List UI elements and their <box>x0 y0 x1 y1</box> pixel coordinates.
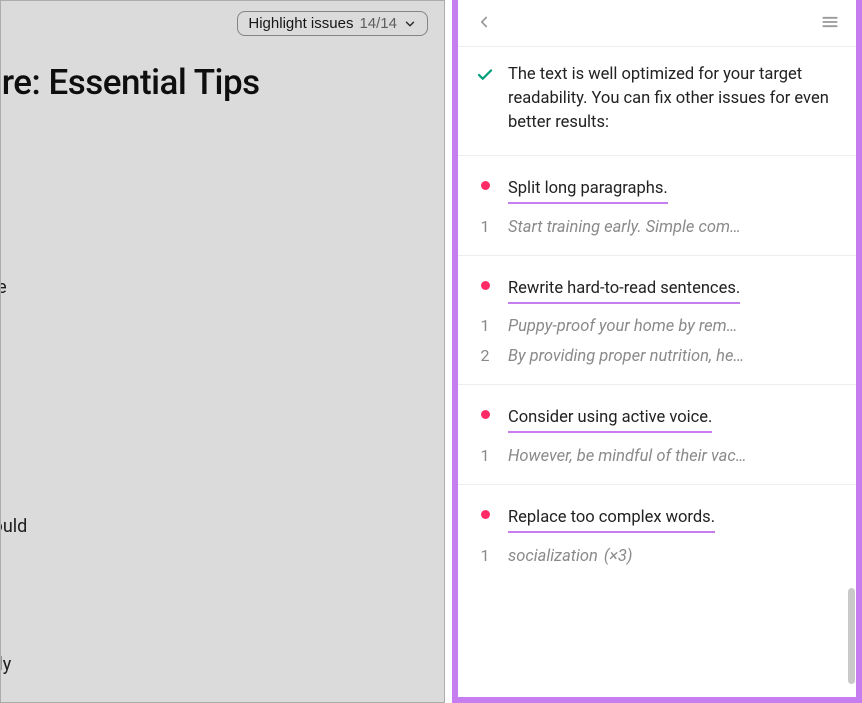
document-line: re your new pet grows up healthy and <box>1 330 430 358</box>
issue-item-text: Start training early. Simple com… <box>508 218 838 237</box>
document-toolbar: Highlight issues 14/14 <box>1 1 444 44</box>
issue-title: Consider using active voice. <box>508 408 712 433</box>
issue-item[interactable]: 1 Puppy-proof your home by rem… <box>476 316 838 336</box>
issue-item-number: 1 <box>476 546 494 565</box>
issue-item[interactable]: 1 socialization(×3) <box>476 546 838 566</box>
issue-block[interactable]: Consider using active voice. 1 However, … <box>458 385 856 485</box>
highlight-label: Highlight issues <box>248 15 353 32</box>
issue-item-text: socialization(×3) <box>508 547 838 566</box>
issue-block[interactable]: Rewrite hard-to-read sentences. 1 Puppy-… <box>458 256 856 386</box>
issue-item-text: By providing proper nutrition, he… <box>508 347 838 366</box>
check-icon <box>476 63 494 135</box>
issue-item-multiplier: (×3) <box>604 547 633 566</box>
scrollbar-track[interactable] <box>846 0 856 697</box>
status-text: The text is well optimized for your targ… <box>508 63 838 135</box>
issue-dot-icon <box>476 274 494 290</box>
document-paragraph: alance of nutrients to support this rapi… <box>1 458 430 542</box>
issue-head: Replace too complex words. <box>476 503 838 532</box>
issue-item[interactable]: 1 However, be mindful of their vac… <box>476 446 838 466</box>
issue-item-number: 1 <box>476 446 494 465</box>
issue-block[interactable]: Replace too complex words. 1 socializati… <box>458 485 856 584</box>
issue-block[interactable]: Split long paragraphs. 1 Start training … <box>458 156 856 256</box>
panel-body[interactable]: The text is well optimized for your targ… <box>458 47 856 697</box>
status-block: The text is well optimized for your targ… <box>458 47 856 156</box>
issue-dot-icon <box>476 174 494 190</box>
chevron-left-icon <box>475 13 493 31</box>
document-line: alance of nutrients to support this rapi… <box>1 458 430 486</box>
document-line: pecially when they are young. Here's a <box>1 302 430 330</box>
issue-item-number: 1 <box>476 217 494 236</box>
menu-button[interactable] <box>818 10 842 34</box>
highlight-issues-button[interactable]: Highlight issues 14/14 <box>237 11 428 36</box>
issue-item[interactable]: 1 Start training early. Simple com… <box>476 217 838 237</box>
issue-item-text: Puppy-proof your home by rem… <box>508 317 838 336</box>
panel-header <box>458 0 856 47</box>
issue-head: Rewrite hard-to-read sentences. <box>476 274 838 303</box>
issue-title: Split long paragraphs. <box>508 179 668 204</box>
document-body: Care: Essential Tips ur family. These sm… <box>1 44 446 679</box>
issues-panel: The text is well optimized for your targ… <box>458 0 856 697</box>
issue-item-number: 2 <box>476 346 494 365</box>
issue-title: Rewrite hard-to-read sentences. <box>508 279 740 304</box>
document-title: Care: Essential Tips <box>1 64 430 144</box>
issue-item[interactable]: 2 By providing proper nutrition, he… <box>476 346 838 366</box>
scrollbar-thumb[interactable] <box>848 588 855 684</box>
hamburger-icon <box>820 12 840 32</box>
document-line: ended by your vet. Remember, a puppy's <box>1 486 430 514</box>
issue-head: Split long paragraphs. <box>476 174 838 203</box>
issue-item-text: However, be mindful of their vac… <box>508 447 838 466</box>
document-line: ur family. These small furry creatures a… <box>1 274 430 302</box>
back-button[interactable] <box>472 10 496 34</box>
document-line: sits for vaccinations and check-ups. Ear… <box>1 651 430 679</box>
issue-title: Replace too complex words. <box>508 508 715 533</box>
issues-panel-frame: The text is well optimized for your targ… <box>452 0 862 703</box>
chevron-down-icon <box>403 17 417 31</box>
document-line: roughout the day. Fresh, clean water sho… <box>1 513 430 541</box>
document-pane: Highlight issues 14/14 Care: Essential T… <box>0 0 445 703</box>
issue-head: Consider using active voice. <box>476 403 838 432</box>
document-paragraph: ur family. These small furry creatures a… <box>1 274 430 358</box>
document-paragraph: sits for vaccinations and check-ups. Ear… <box>1 651 430 679</box>
highlight-count: 14/14 <box>359 15 397 32</box>
issue-dot-icon <box>476 403 494 419</box>
issue-item-number: 1 <box>476 316 494 335</box>
issue-dot-icon <box>476 503 494 519</box>
